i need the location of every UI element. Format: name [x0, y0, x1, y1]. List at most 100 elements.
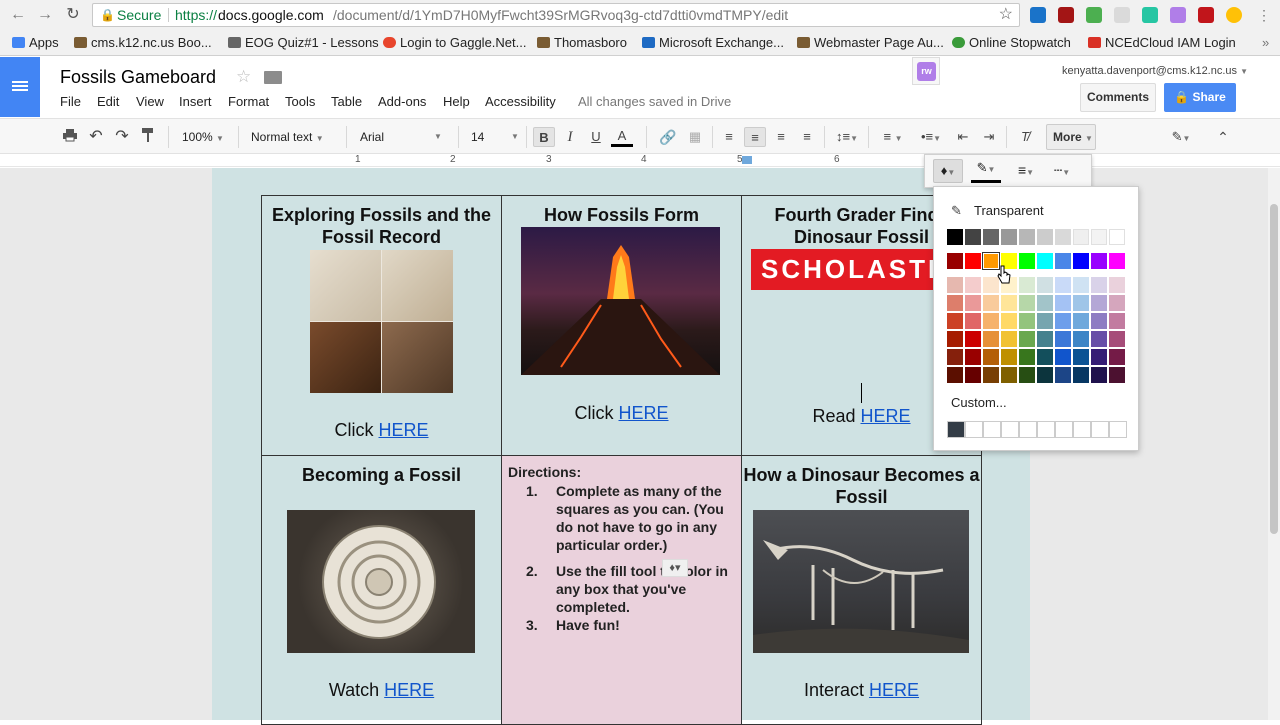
color-swatch[interactable] [1073, 331, 1089, 347]
align-center-icon[interactable]: ≡ [744, 127, 766, 147]
color-swatch[interactable] [1091, 349, 1107, 365]
extension-icon[interactable] [1030, 7, 1046, 23]
color-swatch[interactable] [965, 367, 981, 383]
folder-icon[interactable] [264, 71, 282, 84]
color-swatch[interactable] [965, 331, 981, 347]
extension-icon[interactable] [1226, 7, 1242, 23]
color-swatch[interactable] [1019, 313, 1035, 329]
color-swatch[interactable] [1037, 349, 1053, 365]
extension-icon[interactable] [1170, 7, 1186, 23]
custom-color-swatch[interactable] [1037, 421, 1055, 438]
italic-button[interactable]: I [560, 127, 580, 147]
extension-icon[interactable] [1058, 7, 1074, 23]
color-swatch[interactable] [1019, 295, 1035, 311]
link-here[interactable]: HERE [379, 420, 429, 440]
custom-color-swatch[interactable] [983, 421, 1001, 438]
save-status[interactable]: All changes saved in Drive [578, 94, 731, 109]
share-button[interactable]: 🔒 Share [1164, 83, 1236, 112]
color-swatch[interactable] [1001, 229, 1017, 245]
transparent-option[interactable]: Transparent [974, 203, 1044, 218]
link-here[interactable]: HERE [619, 403, 669, 423]
color-swatch[interactable] [1073, 349, 1089, 365]
color-swatch[interactable] [983, 331, 999, 347]
color-swatch[interactable] [947, 277, 963, 293]
color-swatch[interactable] [1037, 367, 1053, 383]
clear-formatting-icon[interactable]: T̸ [1014, 127, 1036, 147]
document-title[interactable]: Fossils Gameboard [60, 67, 216, 88]
color-swatch[interactable] [965, 295, 981, 311]
color-swatch[interactable] [1109, 367, 1125, 383]
gameboard-table[interactable]: Exploring Fossils and the Fossil Record … [261, 195, 982, 725]
menu-table[interactable]: Table [331, 94, 362, 109]
fossil-leaves-image[interactable] [310, 250, 453, 393]
color-swatch[interactable] [947, 229, 963, 245]
color-swatch[interactable] [1055, 349, 1071, 365]
comments-button[interactable]: Comments [1080, 83, 1156, 112]
color-swatch[interactable] [983, 229, 999, 245]
color-swatch[interactable] [1001, 313, 1017, 329]
dinosaur-skeleton-image[interactable] [753, 510, 969, 653]
border-dash-icon[interactable]: ┄▼ [1047, 159, 1077, 183]
border-color-icon[interactable]: ✎▼ [971, 159, 1001, 183]
color-swatch[interactable] [1073, 313, 1089, 329]
color-swatch[interactable] [1055, 253, 1071, 269]
color-swatch[interactable] [1019, 277, 1035, 293]
color-swatch[interactable] [1091, 229, 1107, 245]
color-swatch[interactable] [1001, 331, 1017, 347]
link-here[interactable]: HERE [869, 680, 919, 700]
more-button[interactable]: More ▼ [1046, 124, 1096, 150]
color-swatch[interactable] [965, 349, 981, 365]
color-swatch[interactable] [983, 295, 999, 311]
color-swatch[interactable] [1037, 229, 1053, 245]
zoom-select[interactable]: 100% ▼ [182, 127, 230, 147]
bold-button[interactable]: B [533, 127, 555, 147]
custom-color-swatch[interactable] [1073, 421, 1091, 438]
custom-color-swatch[interactable] [1091, 421, 1109, 438]
link-icon[interactable]: 🔗 [657, 127, 679, 147]
menu-view[interactable]: View [136, 94, 164, 109]
bulleted-list-icon[interactable]: •≡▼ [914, 127, 948, 147]
color-swatch[interactable] [947, 295, 963, 311]
print-icon[interactable] [60, 127, 80, 147]
color-swatch[interactable] [1055, 367, 1071, 383]
color-swatch[interactable] [947, 349, 963, 365]
scrollbar-thumb[interactable] [1270, 204, 1278, 534]
indent-marker[interactable] [742, 156, 752, 164]
extension-icon[interactable] [1086, 7, 1102, 23]
menu-insert[interactable]: Insert [179, 94, 212, 109]
paint-format-icon[interactable] [138, 127, 158, 147]
align-justify-icon[interactable]: ≡ [796, 127, 818, 147]
custom-color-swatch[interactable] [947, 421, 965, 438]
directions-cell[interactable]: Directions: 1. Complete as many of the s… [501, 455, 742, 725]
color-swatch[interactable] [1037, 277, 1053, 293]
color-swatch[interactable] [1091, 313, 1107, 329]
text-color-button[interactable]: A [611, 127, 633, 147]
color-swatch[interactable] [947, 367, 963, 383]
custom-color-swatch[interactable] [1055, 421, 1073, 438]
line-spacing-icon[interactable]: ↕≡▼ [832, 127, 862, 147]
collapse-menus-icon[interactable]: ⌃ [1212, 127, 1234, 147]
font-size-select[interactable]: 14 ▼ [471, 127, 519, 147]
color-swatch[interactable] [1109, 313, 1125, 329]
bookmark-item[interactable]: Webmaster Page Au... [797, 35, 944, 50]
numbered-list-icon[interactable]: ≡ ▼ [876, 127, 910, 147]
align-right-icon[interactable]: ≡ [770, 127, 792, 147]
docs-logo-icon[interactable] [0, 57, 40, 117]
color-swatch[interactable] [1091, 253, 1107, 269]
color-swatch[interactable] [1073, 367, 1089, 383]
color-swatch[interactable] [1073, 229, 1089, 245]
custom-color-swatch[interactable] [1109, 421, 1127, 438]
align-left-icon[interactable]: ≡ [718, 127, 740, 147]
color-swatch[interactable] [1037, 253, 1053, 269]
bookmark-item[interactable]: Login to Gaggle.Net... [383, 35, 526, 50]
bookmark-item[interactable]: Apps [12, 35, 59, 50]
color-swatch[interactable] [947, 313, 963, 329]
forward-icon[interactable]: → [35, 5, 55, 25]
volcano-image[interactable] [521, 227, 720, 375]
color-swatch[interactable] [983, 367, 999, 383]
menu-file[interactable]: File [60, 94, 81, 109]
color-swatch[interactable] [1055, 331, 1071, 347]
color-swatch[interactable] [983, 349, 999, 365]
paragraph-style-select[interactable]: Normal text ▼ [251, 127, 337, 147]
link-here[interactable]: HERE [861, 406, 911, 426]
